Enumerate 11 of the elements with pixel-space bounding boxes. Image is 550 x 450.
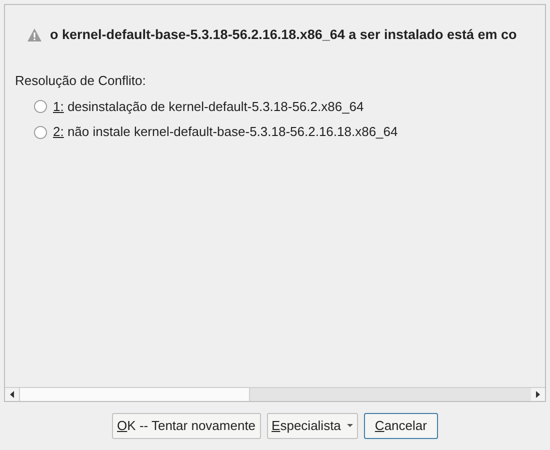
warning-icon <box>27 28 42 42</box>
radio-option[interactable]: 1: desinstalação de kernel-default-5.3.18-56.2.x86_64 <box>34 96 364 116</box>
conflict-message: o kernel-default-base-5.3.18-56.2.16.18.x86_64 a ser instalado está em co <box>50 26 517 44</box>
horizontal-scrollbar[interactable] <box>5 387 545 401</box>
caret-icon <box>346 424 353 428</box>
radio-option[interactable]: 2: não instale kernel-default-base-5.3.18-56.2.16.18.x86_64 <box>34 122 398 142</box>
menu-button[interactable]: Especialista <box>266 413 358 439</box>
dialog-button[interactable]: Cancelar <box>364 413 438 439</box>
section-label: Resolução de Conflito: <box>15 72 146 90</box>
dialog-button[interactable]: OK -- Tentar novamente <box>112 413 261 439</box>
scroll-thumb[interactable] <box>19 388 250 401</box>
